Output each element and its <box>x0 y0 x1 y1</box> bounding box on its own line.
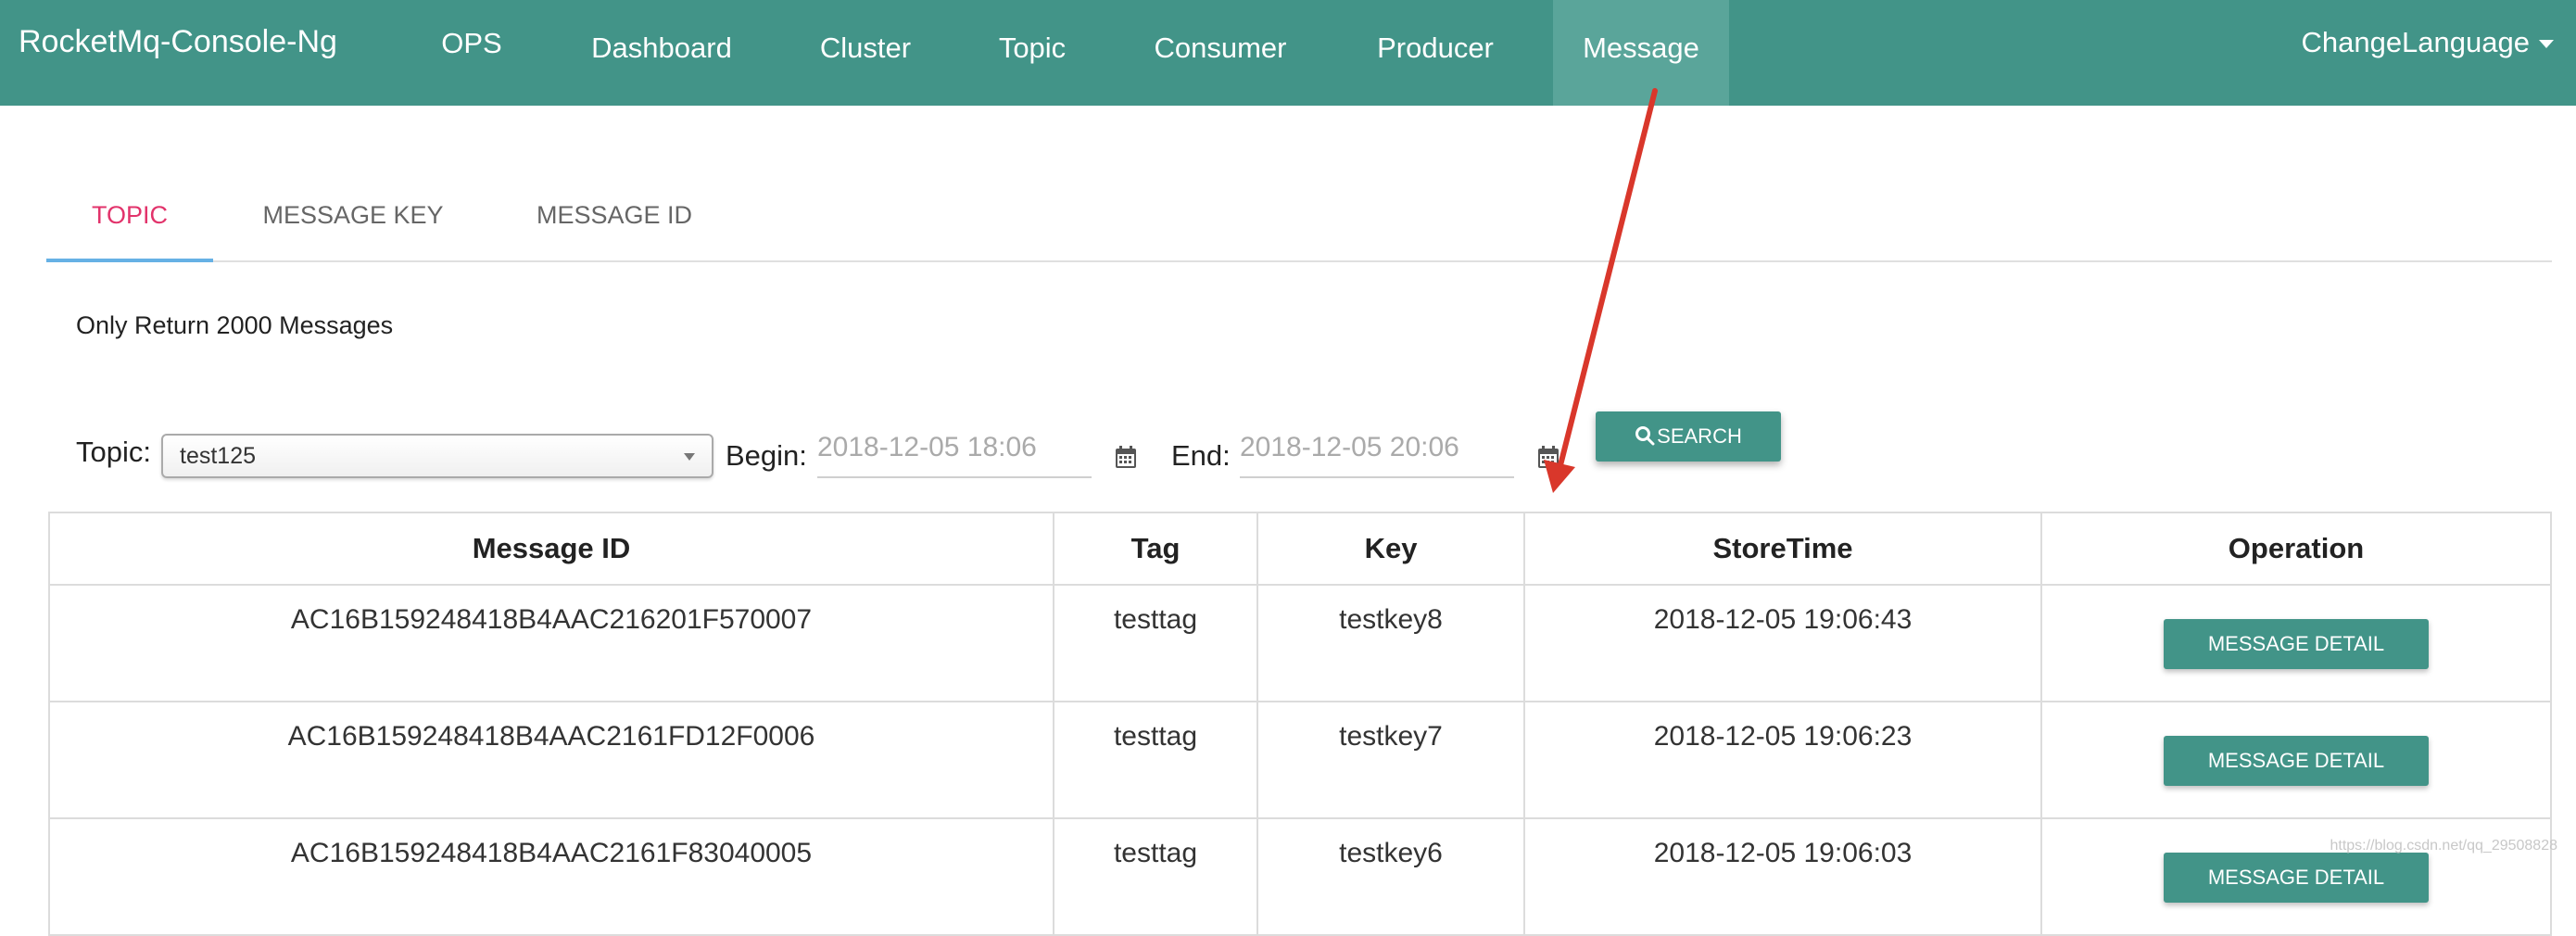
change-language-dropdown[interactable]: ChangeLanguage <box>2301 26 2554 59</box>
cell-tag: testtag <box>1053 817 1258 936</box>
begin-label: Begin: <box>726 439 807 472</box>
nav-item-topic[interactable]: Topic <box>975 0 1090 106</box>
top-navbar: RocketMq-Console-Ng OPS Dashboard Cluste… <box>0 0 2576 106</box>
calendar-icon[interactable] <box>1537 445 1559 469</box>
message-results-table: Message ID Tag Key StoreTime Operation A… <box>48 512 2552 936</box>
column-header-tag: Tag <box>1053 512 1258 586</box>
end-date-input[interactable]: 2018-12-05 20:06 <box>1240 432 1514 478</box>
message-detail-button[interactable]: MESSAGE DETAIL <box>2164 619 2429 669</box>
chevron-down-icon <box>2539 40 2554 49</box>
column-header-key: Key <box>1256 512 1525 586</box>
change-language-label: ChangeLanguage <box>2301 26 2530 58</box>
cell-operation: MESSAGE DETAIL <box>2040 584 2552 702</box>
topic-select[interactable]: test125 <box>161 434 713 478</box>
topic-label: Topic: <box>76 436 151 468</box>
watermark: https://blog.csdn.net/qq_29508828 <box>2330 838 2557 854</box>
table-row: AC16B159248418B4AAC2161FD12F0006 testtag… <box>48 701 2552 819</box>
column-header-operation: Operation <box>2040 512 2552 586</box>
message-detail-button[interactable]: MESSAGE DETAIL <box>2164 736 2429 786</box>
column-header-store-time: StoreTime <box>1523 512 2042 586</box>
message-detail-button[interactable]: MESSAGE DETAIL <box>2164 853 2429 903</box>
tab-message-key[interactable]: MESSAGE KEY <box>246 181 460 259</box>
result-limit-notice: Only Return 2000 Messages <box>76 311 394 339</box>
cell-key: testkey6 <box>1256 817 1525 936</box>
nav-item-producer[interactable]: Producer <box>1353 0 1518 106</box>
nav-item-ops[interactable]: OPS <box>419 0 524 106</box>
tab-topic[interactable]: TOPIC <box>46 181 213 262</box>
search-button[interactable]: SEARCH <box>1596 411 1781 462</box>
app-brand[interactable]: RocketMq-Console-Ng <box>19 24 337 60</box>
calendar-icon[interactable] <box>1115 445 1137 469</box>
end-label: End: <box>1171 439 1231 472</box>
table-row: AC16B159248418B4AAC2161F83040005 testtag… <box>48 817 2552 936</box>
cell-message-id: AC16B159248418B4AAC2161F83040005 <box>48 817 1054 936</box>
nav-item-dashboard[interactable]: Dashboard <box>569 0 754 106</box>
cell-operation: MESSAGE DETAIL <box>2040 701 2552 819</box>
cell-store-time: 2018-12-05 19:06:43 <box>1523 584 2042 702</box>
nav-item-message[interactable]: Message <box>1553 0 1729 106</box>
tab-message-id[interactable]: MESSAGE ID <box>519 181 710 259</box>
search-icon <box>1635 426 1655 446</box>
cell-store-time: 2018-12-05 19:06:23 <box>1523 701 2042 819</box>
nav-item-consumer[interactable]: Consumer <box>1130 0 1310 106</box>
cell-message-id: AC16B159248418B4AAC2161FD12F0006 <box>48 701 1054 819</box>
column-header-message-id: Message ID <box>48 512 1054 586</box>
cell-tag: testtag <box>1053 584 1258 702</box>
table-row: AC16B159248418B4AAC216201F570007 testtag… <box>48 584 2552 702</box>
cell-store-time: 2018-12-05 19:06:03 <box>1523 817 2042 936</box>
begin-date-input[interactable]: 2018-12-05 18:06 <box>817 432 1092 478</box>
search-mode-tabs: TOPIC MESSAGE KEY MESSAGE ID <box>46 181 2552 262</box>
cell-key: testkey7 <box>1256 701 1525 819</box>
cell-message-id: AC16B159248418B4AAC216201F570007 <box>48 584 1054 702</box>
table-header-row: Message ID Tag Key StoreTime Operation <box>48 512 2552 586</box>
chevron-down-icon <box>684 453 695 461</box>
nav-item-cluster[interactable]: Cluster <box>793 0 938 106</box>
topic-select-value: test125 <box>180 443 257 469</box>
search-button-label: SEARCH <box>1657 424 1742 448</box>
cell-operation: MESSAGE DETAIL <box>2040 817 2552 936</box>
cell-key: testkey8 <box>1256 584 1525 702</box>
cell-tag: testtag <box>1053 701 1258 819</box>
